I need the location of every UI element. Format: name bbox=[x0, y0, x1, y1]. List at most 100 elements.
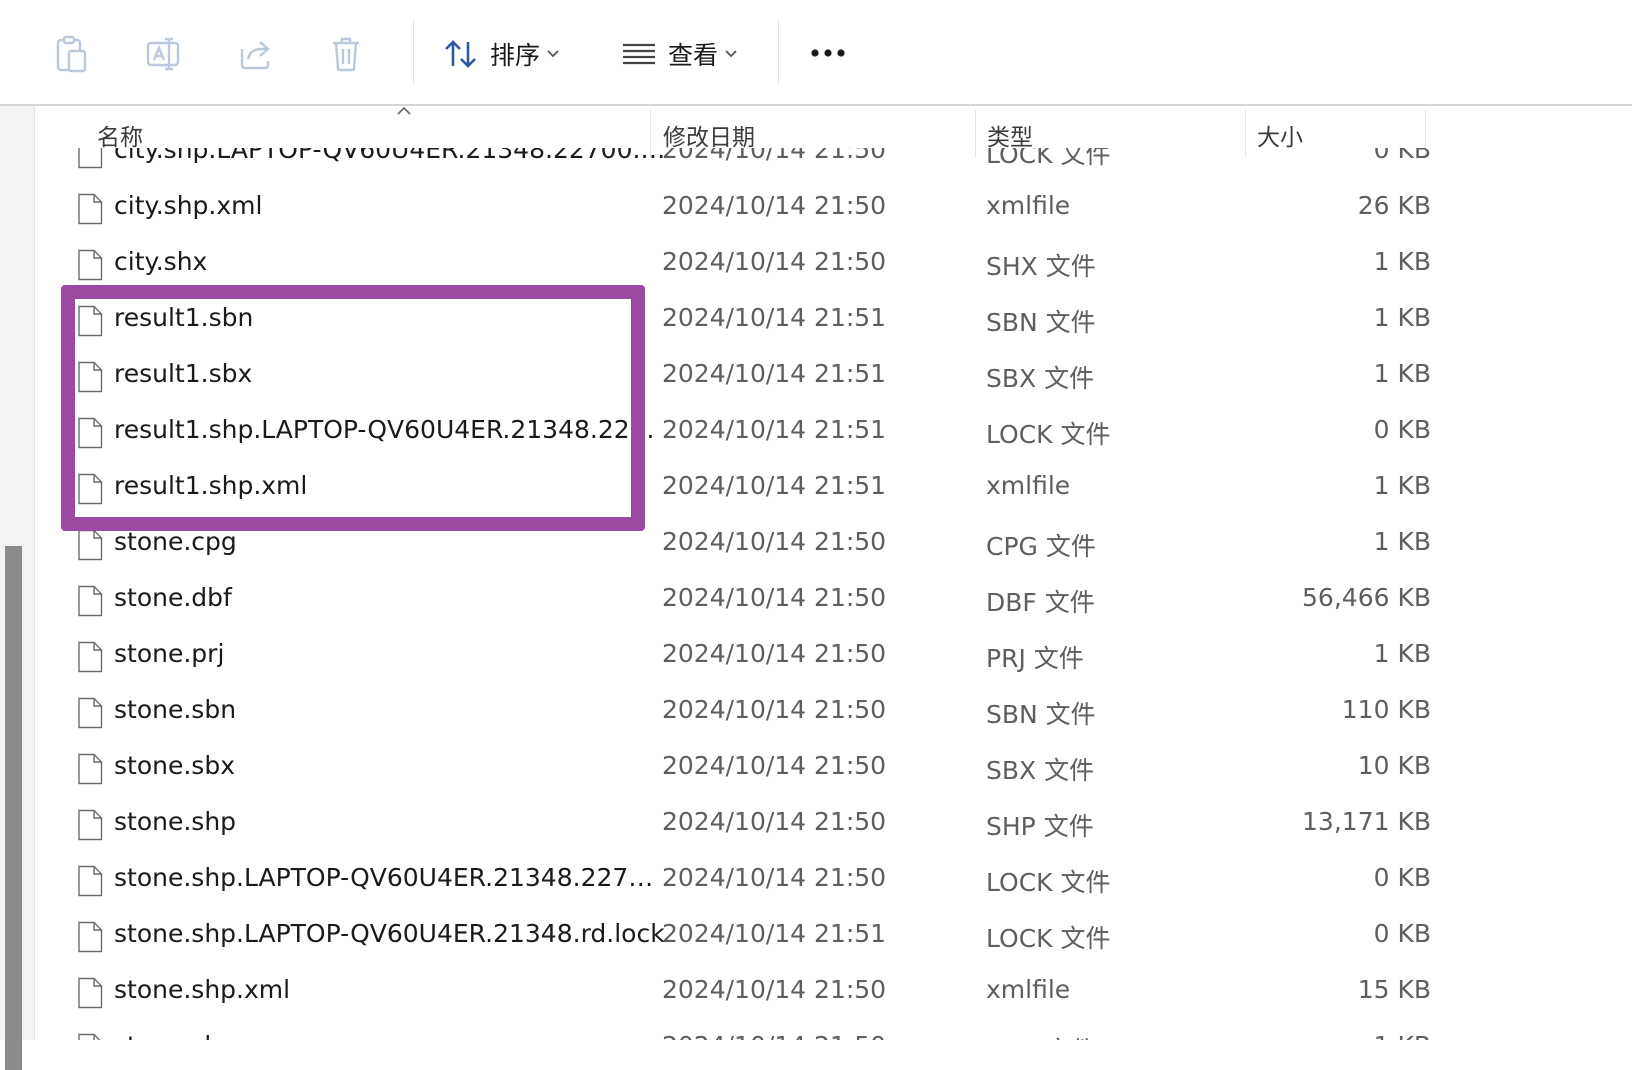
chevron-down-icon bbox=[725, 50, 737, 58]
file-size: 1 KB bbox=[1373, 639, 1431, 668]
file-name: stone.shp.xml bbox=[114, 975, 291, 1004]
file-modified: 2024/10/14 21:51 bbox=[662, 359, 887, 388]
delete-button[interactable] bbox=[322, 30, 370, 78]
file-name: result1.shp.xml bbox=[114, 471, 308, 500]
file-name: stone.shp.LAPTOP-QV60U4ER.21348.rd.lock bbox=[114, 919, 665, 948]
file-row[interactable]: result1.sbn 2024/10/14 21:51 SBN 文件 1 KB bbox=[35, 291, 1435, 347]
column-name[interactable]: 名称 bbox=[97, 118, 143, 152]
rename-icon bbox=[146, 37, 180, 71]
file-type: LOCK 文件 bbox=[986, 148, 1111, 169]
file-icon bbox=[77, 361, 103, 397]
file-row[interactable]: stone.shp.xml 2024/10/14 21:50 xmlfile 15 K… bbox=[35, 963, 1435, 1019]
file-row[interactable]: stone.shp 2024/10/14 21:50 SHP 文件 13,171 KB bbox=[35, 795, 1435, 851]
command-bar: 排序 查看 bbox=[0, 0, 1632, 106]
file-name: result1.sbx bbox=[114, 359, 253, 388]
file-row[interactable]: result1.shp.LAPTOP-QV60U4ER.21348.22700.… bbox=[35, 403, 1435, 459]
file-icon bbox=[77, 193, 103, 229]
file-type: SHX 文件 bbox=[986, 1031, 1096, 1040]
sort-icon bbox=[445, 40, 476, 68]
file-size: 1 KB bbox=[1373, 359, 1431, 388]
file-name: stone.shp.LAPTOP-QV60U4ER.21348.22700.sh… bbox=[114, 863, 666, 892]
view-label: 查看 bbox=[668, 41, 719, 70]
file-row[interactable]: stone.sbx 2024/10/14 21:50 SBX 文件 10 KB bbox=[35, 739, 1435, 795]
file-modified: 2024/10/14 21:50 bbox=[662, 583, 887, 612]
file-icon bbox=[77, 753, 103, 789]
file-icon bbox=[77, 148, 103, 173]
file-modified: 2024/10/14 21:50 bbox=[662, 863, 887, 892]
file-row[interactable]: result1.shp.xml 2024/10/14 21:51 xmlfile 1 … bbox=[35, 459, 1435, 515]
file-modified: 2024/10/14 21:50 bbox=[662, 191, 887, 220]
file-modified: 2024/10/14 21:50 bbox=[662, 247, 887, 276]
file-size: 1 KB bbox=[1373, 471, 1431, 500]
file-size: 0 KB bbox=[1373, 919, 1431, 948]
file-size: 1 KB bbox=[1373, 527, 1431, 556]
file-icon bbox=[77, 529, 103, 565]
file-name: stone.cpg bbox=[114, 527, 237, 556]
file-icon bbox=[77, 1033, 103, 1040]
file-row[interactable]: stone.cpg 2024/10/14 21:50 CPG 文件 1 KB bbox=[35, 515, 1435, 571]
view-button[interactable]: 查看 bbox=[622, 32, 738, 76]
file-modified: 2024/10/14 21:50 bbox=[662, 639, 887, 668]
file-name: city.shp.xml bbox=[114, 191, 263, 220]
file-name: result1.sbn bbox=[114, 303, 254, 332]
file-row[interactable]: stone.shx2024/10/14 21:50 SHX 文件 1 KB bbox=[35, 1019, 1435, 1040]
share-icon bbox=[240, 41, 270, 70]
file-icon bbox=[77, 977, 103, 1013]
file-type: xmlfile bbox=[986, 975, 1071, 1004]
file-row[interactable]: stone.shp.LAPTOP-QV60U4ER.21348.rd.lock 2… bbox=[35, 907, 1435, 963]
file-row[interactable]: city.shp.xml 2024/10/14 21:50 xmlfile 26 KB bbox=[35, 179, 1435, 235]
more-options-button[interactable] bbox=[808, 38, 848, 68]
paste-icon bbox=[56, 35, 87, 73]
file-type: SHP 文件 bbox=[986, 812, 1094, 841]
file-type: LOCK 文件 bbox=[986, 420, 1111, 449]
column-size[interactable]: 大小 bbox=[1257, 118, 1303, 152]
file-type: SHX 文件 bbox=[986, 252, 1096, 281]
file-size: 10 KB bbox=[1357, 751, 1431, 780]
file-modified: 2024/10/14 21:50 bbox=[662, 751, 887, 780]
file-modified: 2024/10/14 21:50 bbox=[662, 1031, 886, 1040]
file-row[interactable]: stone.sbn 2024/10/14 21:50 SBN 文件 110 KB bbox=[35, 683, 1435, 739]
file-size: 56,466 KB bbox=[1302, 583, 1431, 612]
file-name: stone.shp bbox=[114, 807, 237, 836]
file-type: DBF 文件 bbox=[986, 588, 1095, 617]
file-icon bbox=[77, 809, 103, 845]
file-name: result1.shp.LAPTOP-QV60U4ER.21348.22700.… bbox=[114, 415, 666, 444]
paste-button[interactable] bbox=[48, 30, 96, 78]
navigation-pane-edge bbox=[0, 106, 35, 1070]
file-icon bbox=[77, 585, 103, 621]
file-type: xmlfile bbox=[986, 191, 1071, 220]
scrollbar-thumb[interactable] bbox=[5, 546, 22, 1070]
file-row[interactable]: stone.shp.LAPTOP-QV60U4ER.21348.22700.sh… bbox=[35, 851, 1435, 907]
file-icon bbox=[77, 473, 103, 509]
file-name: stone.dbf bbox=[114, 583, 232, 612]
view-icon bbox=[623, 43, 655, 65]
file-size: 26 KB bbox=[1357, 191, 1431, 220]
file-size: 15 KB bbox=[1357, 975, 1431, 1004]
sort-button[interactable]: 排序 bbox=[444, 32, 560, 76]
chevron-down-icon bbox=[547, 50, 559, 58]
file-row[interactable]: stone.dbf 2024/10/14 21:50 DBF 文件 56,466 KB bbox=[35, 571, 1435, 627]
file-type: SBX 文件 bbox=[986, 756, 1095, 785]
file-modified: 2024/10/14 21:51 bbox=[662, 471, 887, 500]
file-modified: 2024/10/14 21:50 bbox=[662, 527, 887, 556]
file-size: 13,171 KB bbox=[1302, 807, 1431, 836]
file-size: 0 KB bbox=[1373, 863, 1431, 892]
toolbar-separator bbox=[778, 20, 779, 84]
column-type[interactable]: 类型 bbox=[987, 118, 1033, 152]
file-modified: 2024/10/14 21:50 bbox=[662, 975, 887, 1004]
file-icon bbox=[77, 249, 103, 285]
file-type: CPG 文件 bbox=[986, 532, 1096, 561]
share-button[interactable] bbox=[232, 30, 280, 78]
file-type: LOCK 文件 bbox=[986, 868, 1111, 897]
file-type: LOCK 文件 bbox=[986, 924, 1111, 953]
file-row[interactable]: result1.sbx 2024/10/14 21:51 SBX 文件 1 KB bbox=[35, 347, 1435, 403]
file-row[interactable]: stone.prj 2024/10/14 21:50 PRJ 文件 1 KB bbox=[35, 627, 1435, 683]
file-row[interactable]: city.shp.LAPTOP-QV60U4ER.21348.22700.shp… bbox=[35, 148, 1435, 179]
rename-button[interactable] bbox=[140, 30, 188, 78]
file-type: SBN 文件 bbox=[986, 308, 1096, 337]
file-row[interactable]: city.shx 2024/10/14 21:50 SHX 文件 1 KB bbox=[35, 235, 1435, 291]
column-modified[interactable]: 修改日期 bbox=[663, 118, 755, 152]
file-type: xmlfile bbox=[986, 471, 1071, 500]
file-size: 0 KB bbox=[1373, 415, 1431, 444]
file-type: SBX 文件 bbox=[986, 364, 1095, 393]
